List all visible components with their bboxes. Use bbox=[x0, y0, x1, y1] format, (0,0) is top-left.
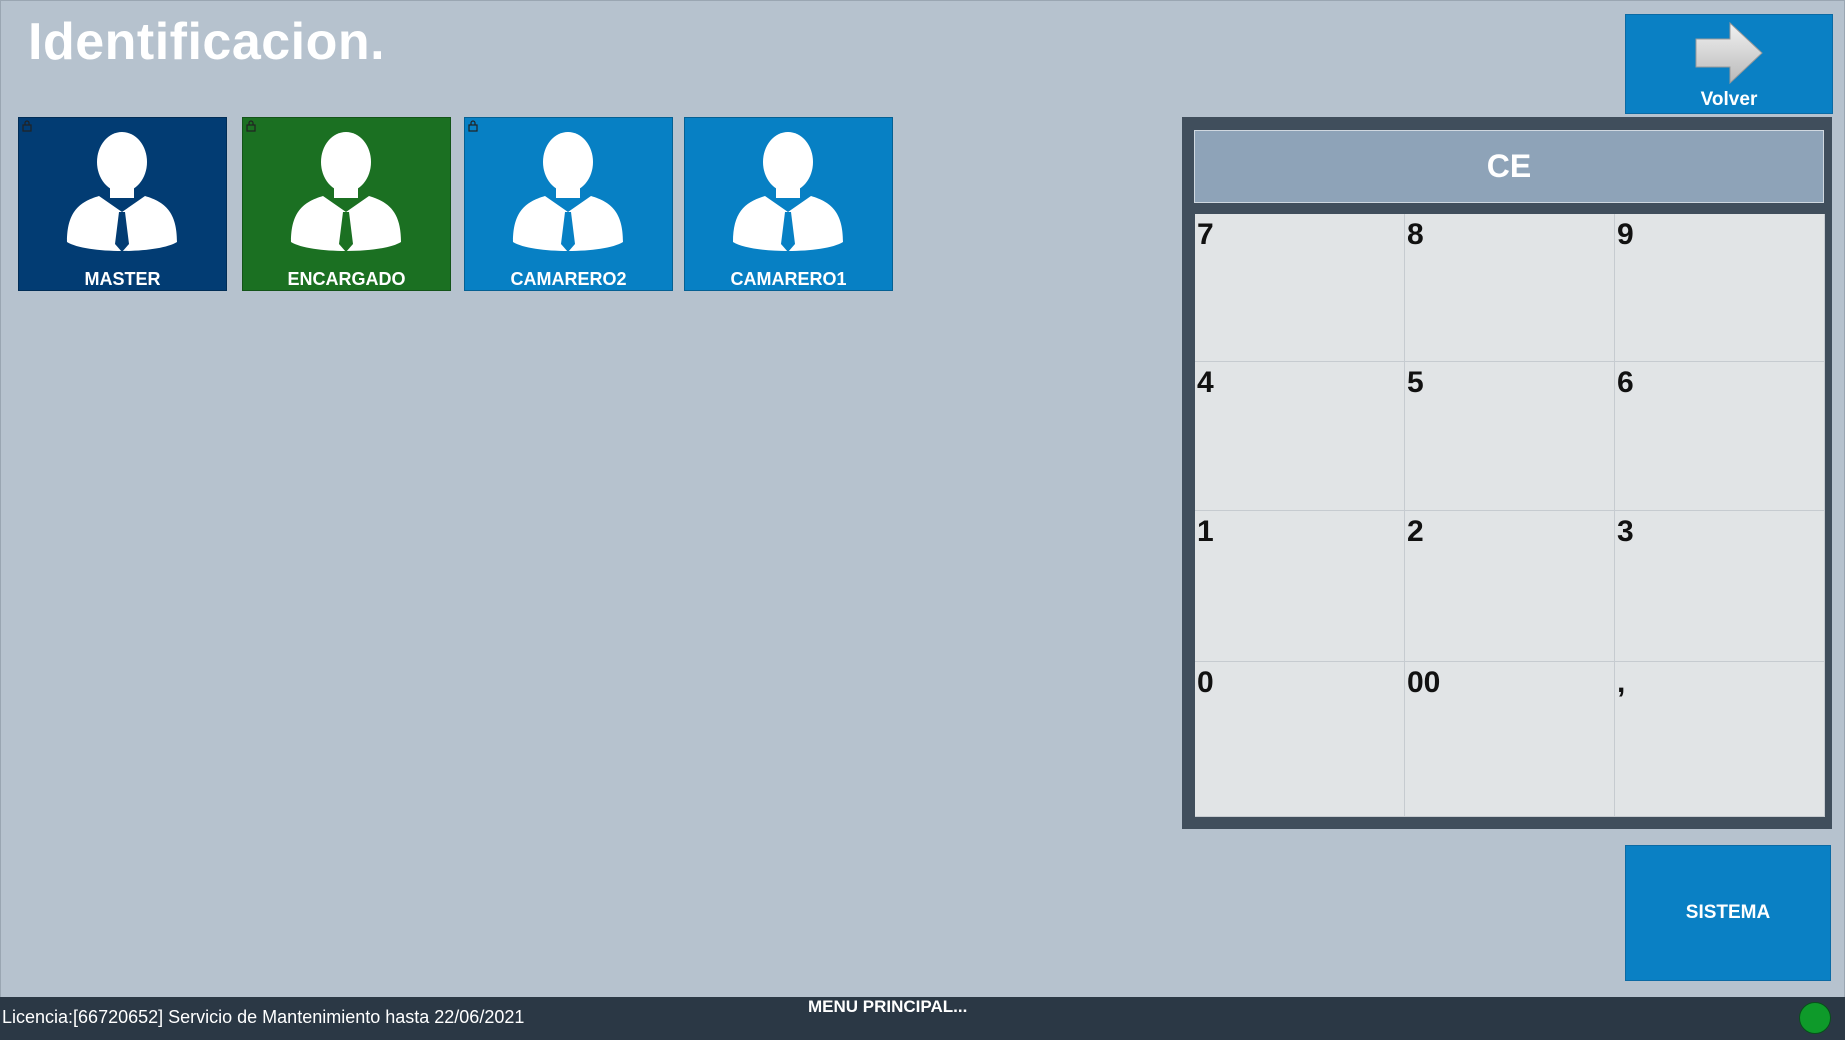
user-tile-encargado[interactable]: ENCARGADO bbox=[242, 117, 451, 291]
key-7[interactable]: 7 bbox=[1195, 214, 1405, 362]
numeric-keypad: CE 7 8 9 4 5 6 1 2 3 0 00 , bbox=[1182, 117, 1832, 829]
arrow-right-icon bbox=[1695, 21, 1763, 85]
page-title: Identificacion. bbox=[28, 13, 386, 71]
key-9[interactable]: 9 bbox=[1615, 214, 1825, 362]
license-text: Licencia:[66720652] Servicio de Mantenim… bbox=[2, 1007, 525, 1027]
user-tile-camarero2[interactable]: CAMARERO2 bbox=[464, 117, 673, 291]
user-name: ENCARGADO bbox=[287, 269, 406, 289]
user-tile-camarero1[interactable]: CAMARERO1 bbox=[684, 117, 893, 291]
user-name: MASTER bbox=[84, 269, 161, 289]
user-avatar-icon bbox=[513, 132, 623, 252]
lock-icon bbox=[468, 120, 478, 132]
key-0[interactable]: 0 bbox=[1195, 662, 1405, 817]
user-name: CAMARERO1 bbox=[730, 269, 847, 289]
key-2[interactable]: 2 bbox=[1405, 511, 1615, 662]
keypad-grid: 7 8 9 4 5 6 1 2 3 0 00 , bbox=[1195, 214, 1825, 817]
user-name: CAMARERO2 bbox=[510, 269, 627, 289]
user-avatar-icon bbox=[291, 132, 401, 252]
menu-status-text: MENU PRINCIPAL... bbox=[808, 997, 968, 1016]
key-comma[interactable]: , bbox=[1615, 662, 1825, 817]
key-5[interactable]: 5 bbox=[1405, 362, 1615, 511]
key-6[interactable]: 6 bbox=[1615, 362, 1825, 511]
volver-button[interactable]: Volver bbox=[1625, 14, 1833, 114]
user-avatar-icon bbox=[67, 132, 177, 252]
status-bar: Licencia:[66720652] Servicio de Mantenim… bbox=[0, 997, 1845, 1040]
user-avatar-icon bbox=[733, 132, 843, 252]
volver-label: Volver bbox=[1700, 89, 1758, 110]
user-tile-master[interactable]: MASTER bbox=[18, 117, 227, 291]
sistema-button[interactable]: SISTEMA bbox=[1625, 845, 1831, 981]
lock-icon bbox=[246, 120, 256, 132]
key-00[interactable]: 00 bbox=[1405, 662, 1615, 817]
key-4[interactable]: 4 bbox=[1195, 362, 1405, 511]
lock-icon bbox=[22, 120, 32, 132]
clear-entry-button[interactable]: CE bbox=[1194, 130, 1824, 203]
key-8[interactable]: 8 bbox=[1405, 214, 1615, 362]
key-1[interactable]: 1 bbox=[1195, 511, 1405, 662]
connection-status-indicator bbox=[1799, 1002, 1831, 1034]
key-3[interactable]: 3 bbox=[1615, 511, 1825, 662]
